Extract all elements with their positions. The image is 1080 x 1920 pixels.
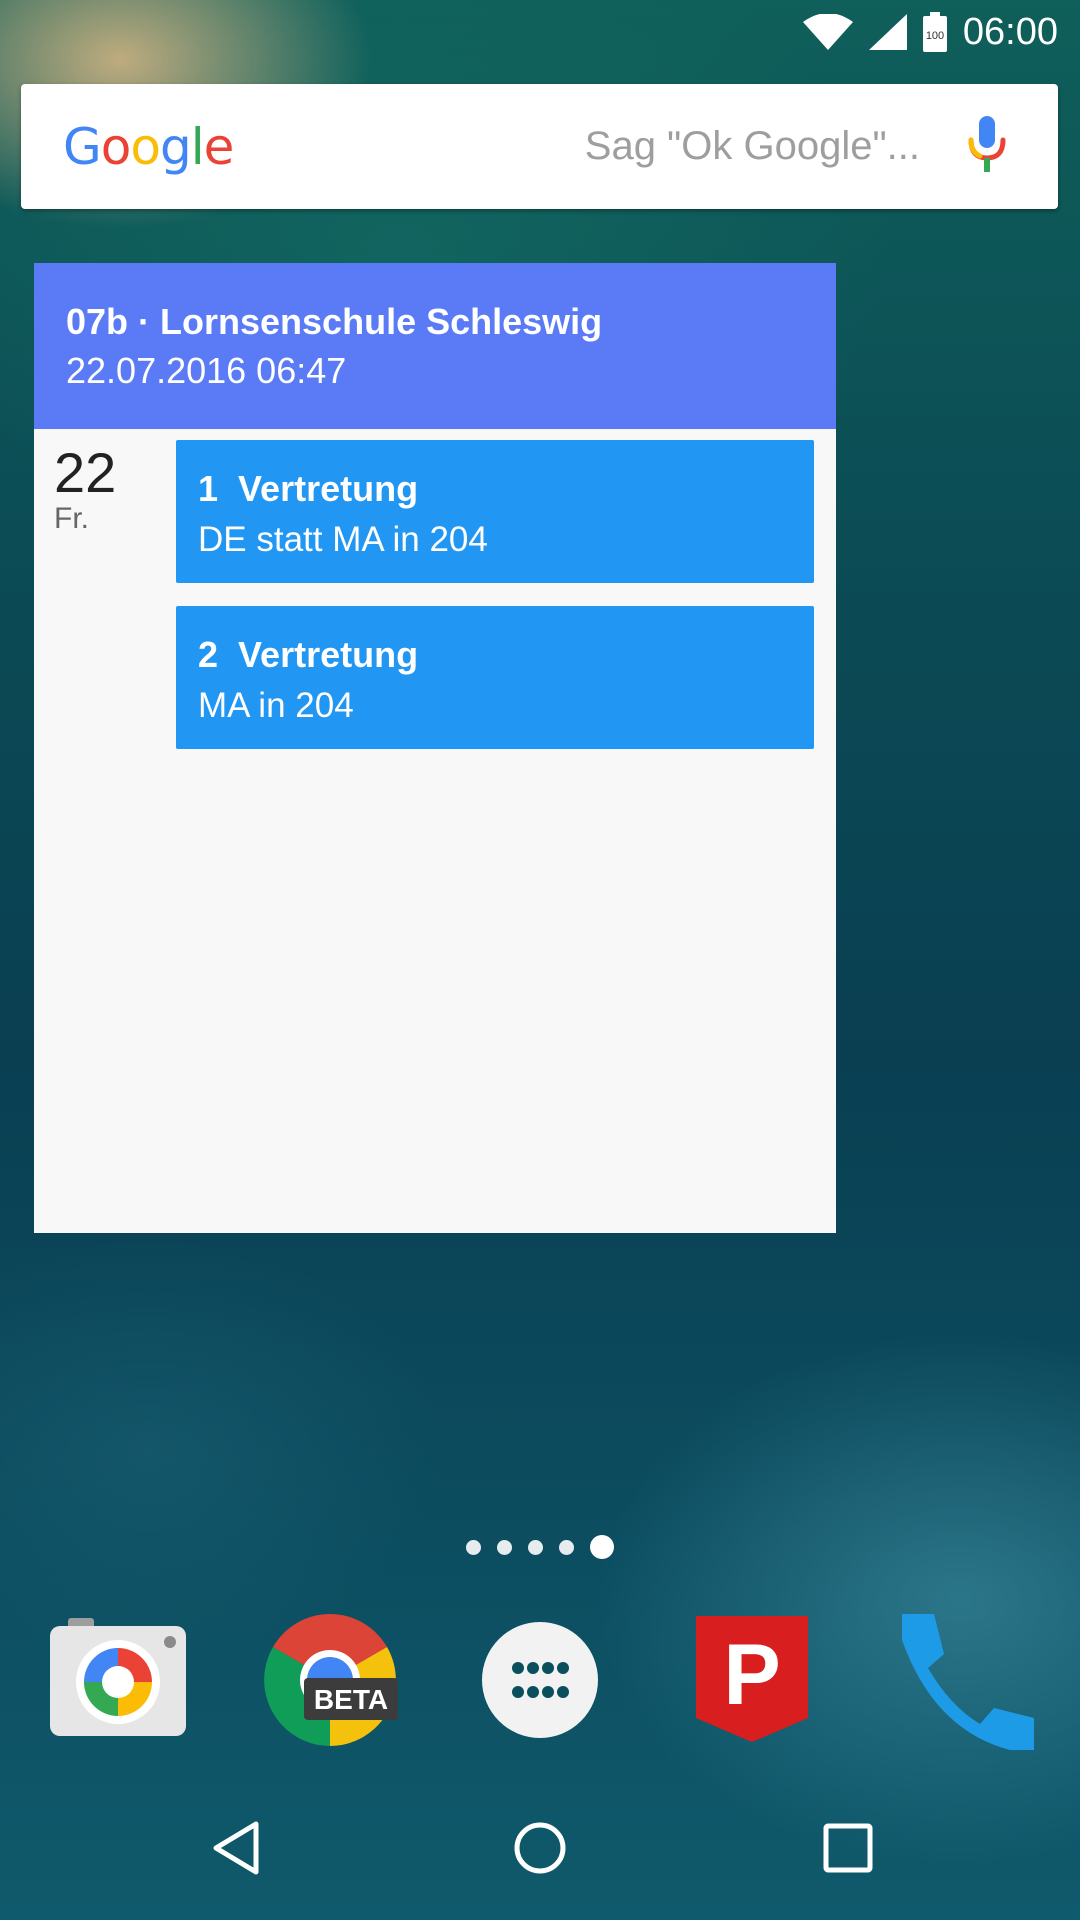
substitution-entry[interactable]: 2 Vertretung MA in 204 <box>176 606 814 749</box>
camera-app-icon[interactable] <box>48 1610 188 1750</box>
google-logo-letter: g <box>159 117 192 176</box>
all-apps-icon[interactable] <box>470 1610 610 1750</box>
entry-detail: DE statt MA in 204 <box>198 520 488 559</box>
google-logo: Google <box>63 117 235 176</box>
navigation-bar <box>0 1792 1080 1920</box>
entry-heading: 2 Vertretung <box>198 632 792 678</box>
p-app-letter: P <box>723 1627 780 1723</box>
substitution-entry[interactable]: 1 Vertretung DE statt MA in 204 <box>176 440 814 583</box>
mic-icon[interactable] <box>968 116 1006 177</box>
google-logo-letter: G <box>63 117 102 176</box>
page-dot <box>497 1539 512 1555</box>
substitution-widget[interactable]: 07b · Lornsenschule Schleswig 22.07.2016… <box>34 263 836 1233</box>
day-label: 22 Fr. <box>54 443 116 535</box>
google-logo-letter: l <box>190 117 205 176</box>
p-app-icon[interactable]: P <box>682 1610 822 1750</box>
day-name: Fr. <box>54 502 89 535</box>
chrome-beta-app-icon[interactable]: BETA <box>260 1610 400 1750</box>
cell-signal-icon <box>868 14 907 50</box>
status-bar: 100 06:00 <box>0 0 1080 64</box>
recents-icon[interactable] <box>820 1820 876 1881</box>
beta-badge-text: BETA <box>314 1684 388 1715</box>
search-hint[interactable]: Sag "Ok Google"... <box>585 124 920 169</box>
google-search-bar[interactable]: Google Sag "Ok Google"... <box>21 84 1058 209</box>
google-logo-letter: e <box>203 117 235 176</box>
battery-icon: 100 <box>922 12 947 52</box>
home-icon[interactable] <box>512 1820 568 1881</box>
phone-app-icon[interactable] <box>894 1610 1034 1750</box>
widget-header[interactable]: 07b · Lornsenschule Schleswig 22.07.2016… <box>34 263 836 429</box>
widget-updated-timestamp: 22.07.2016 06:47 <box>66 350 347 391</box>
entry-list: 1 Vertretung DE statt MA in 204 2 Vertretu… <box>176 440 814 772</box>
page-dot-active <box>590 1535 614 1559</box>
google-logo-letter: o <box>130 117 161 176</box>
page-dot <box>559 1539 574 1555</box>
page-dot <box>466 1539 481 1555</box>
entry-detail: MA in 204 <box>198 686 354 725</box>
back-icon[interactable] <box>210 1820 262 1881</box>
google-logo-letter: o <box>100 117 132 176</box>
entry-type: Vertretung <box>238 634 419 675</box>
entry-lesson-number: 1 <box>198 468 219 509</box>
wifi-icon <box>802 14 853 50</box>
entry-heading: 1 Vertretung <box>198 466 792 512</box>
dock: BETA P <box>0 1610 1080 1750</box>
widget-title: 07b · Lornsenschule Schleswig <box>66 301 603 342</box>
battery-level-text: 100 <box>926 30 944 42</box>
entry-lesson-number: 2 <box>198 634 219 675</box>
status-clock: 06:00 <box>962 10 1058 53</box>
entry-type: Vertretung <box>238 468 419 509</box>
page-dot <box>528 1539 543 1555</box>
day-number: 22 <box>54 441 117 504</box>
page-indicator <box>0 1535 1080 1559</box>
